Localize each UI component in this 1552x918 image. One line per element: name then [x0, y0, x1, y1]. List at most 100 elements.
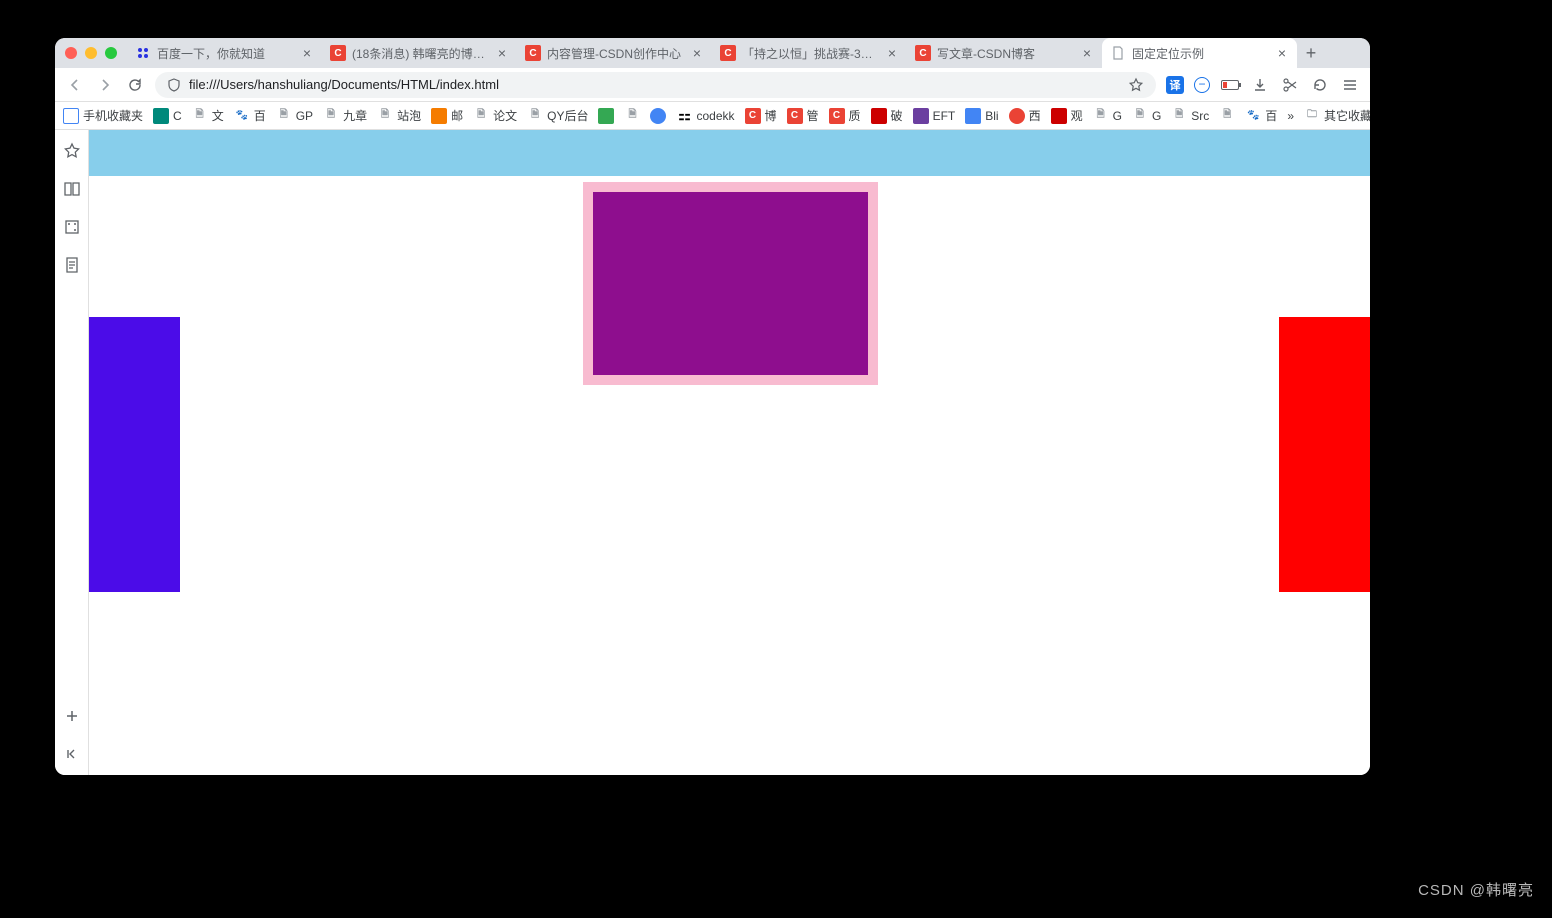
bookmark-csdn-guan[interactable]: C管: [787, 107, 819, 124]
folder-icon: 🗀: [1304, 108, 1320, 124]
bookmark-qy[interactable]: 🗎QY后台: [527, 107, 588, 124]
bookmark-lunwen[interactable]: 🗎论文: [473, 107, 517, 124]
baidu-icon: 🐾: [1245, 108, 1261, 124]
bookmark-gp[interactable]: 🗎GP: [276, 108, 313, 124]
tab-index-html[interactable]: 固定定位示例 ×: [1102, 38, 1297, 68]
close-tab-icon[interactable]: ×: [690, 46, 704, 60]
note-icon[interactable]: [63, 256, 81, 274]
tab-title: 固定定位示例: [1132, 45, 1269, 62]
address-bar[interactable]: file:///Users/hanshuliang/Documents/HTML…: [155, 72, 1156, 98]
teal-icon: [153, 108, 169, 124]
bookmark-page2[interactable]: 🗎: [1219, 108, 1235, 124]
bookmark-eft[interactable]: EFT: [913, 108, 956, 124]
other-bookmarks[interactable]: 🗀其它收藏: [1304, 107, 1370, 124]
sky-bar: [89, 130, 1370, 176]
minimize-window-button[interactable]: [85, 47, 97, 59]
page-icon: 🗎: [192, 108, 208, 124]
menu-icon[interactable]: [1340, 75, 1360, 95]
bookmark-csdn-bo[interactable]: C博: [745, 107, 777, 124]
page-icon: 🗎: [624, 108, 640, 124]
bookmark-codekk[interactable]: ⚏codekk: [676, 108, 734, 124]
bookmark-zhanpao[interactable]: 🗎站泡: [377, 107, 421, 124]
csdn-icon: C: [720, 45, 736, 61]
csdn-icon: C: [330, 45, 346, 61]
forward-button[interactable]: [95, 75, 115, 95]
close-tab-icon[interactable]: ×: [495, 46, 509, 60]
bookmark-baidu2[interactable]: 🐾百: [1245, 107, 1277, 124]
bookmark-star-icon[interactable]: [1128, 77, 1144, 93]
bookmark-csdn-zhi[interactable]: C质: [829, 107, 861, 124]
back-button[interactable]: [65, 75, 85, 95]
bookmark-mail[interactable]: 邮: [431, 107, 463, 124]
bookmark-green[interactable]: [598, 108, 614, 124]
page-icon: 🗎: [377, 108, 393, 124]
collapse-icon[interactable]: [63, 745, 81, 763]
reload-button[interactable]: [125, 75, 145, 95]
bookmark-xi[interactable]: 西: [1009, 107, 1041, 124]
page-icon: 🗎: [473, 108, 489, 124]
content-area: [55, 130, 1370, 775]
bookmark-c[interactable]: C: [153, 108, 182, 124]
translate-icon[interactable]: 译: [1166, 76, 1184, 94]
page-icon: 🗎: [527, 108, 543, 124]
close-tab-icon[interactable]: ×: [1275, 46, 1289, 60]
bookmark-bli[interactable]: Bli: [965, 108, 998, 124]
tab-title: 百度一下，你就知道: [157, 45, 294, 62]
bookmarks-overflow[interactable]: »: [1287, 109, 1294, 123]
tabs-container: 百度一下，你就知道 × C (18条消息) 韩曙亮的博客_C × C 内容管理-…: [127, 38, 1370, 68]
tab-title: 写文章-CSDN博客: [937, 45, 1074, 62]
red-circle-icon: [1009, 108, 1025, 124]
toolbar: file:///Users/hanshuliang/Documents/HTML…: [55, 68, 1370, 102]
tab-title: (18条消息) 韩曙亮的博客_C: [352, 45, 489, 62]
tab-csdn-blog[interactable]: C (18条消息) 韩曙亮的博客_C ×: [322, 38, 517, 68]
page-icon: [1110, 45, 1126, 61]
grid-icon: ⚏: [676, 108, 692, 124]
bookmark-baidu[interactable]: 🐾百: [234, 107, 266, 124]
tab-title: 「持之以恒」挑战赛-30天挽: [742, 45, 879, 62]
dice-icon[interactable]: [63, 218, 81, 236]
purple-box: [593, 192, 868, 375]
green-icon: [598, 108, 614, 124]
close-tab-icon[interactable]: ×: [885, 46, 899, 60]
download-icon[interactable]: [1250, 75, 1270, 95]
red-icon: [871, 108, 887, 124]
bookmark-wen[interactable]: 🗎文: [192, 107, 224, 124]
bookmark-mobile[interactable]: 手机收藏夹: [63, 107, 143, 124]
bookmark-jiuzhang[interactable]: 🗎九章: [323, 107, 367, 124]
bookmark-g2[interactable]: 🗎G: [1132, 108, 1161, 124]
bookmark-guan[interactable]: 观: [1051, 107, 1083, 124]
security-icon: [167, 78, 181, 92]
star-icon[interactable]: [63, 142, 81, 160]
baidu-icon: 🐾: [234, 108, 250, 124]
bookmark-blue[interactable]: [650, 108, 666, 124]
tab-title: 内容管理-CSDN创作中心: [547, 45, 684, 62]
tab-csdn-content[interactable]: C 内容管理-CSDN创作中心 ×: [517, 38, 712, 68]
close-tab-icon[interactable]: ×: [1080, 46, 1094, 60]
tab-csdn-write[interactable]: C 写文章-CSDN博客 ×: [907, 38, 1102, 68]
maximize-window-button[interactable]: [105, 47, 117, 59]
bookmark-g1[interactable]: 🗎G: [1093, 108, 1122, 124]
csdn-icon: C: [787, 108, 803, 124]
tab-baidu[interactable]: 百度一下，你就知道 ×: [127, 38, 322, 68]
new-tab-button[interactable]: +: [1297, 38, 1325, 68]
red-box: [1279, 317, 1370, 592]
bookmark-po[interactable]: 破: [871, 107, 903, 124]
add-icon[interactable]: [63, 707, 81, 725]
scissors-icon[interactable]: [1280, 75, 1300, 95]
tab-csdn-challenge[interactable]: C 「持之以恒」挑战赛-30天挽 ×: [712, 38, 907, 68]
close-tab-icon[interactable]: ×: [300, 46, 314, 60]
history-icon[interactable]: [1310, 75, 1330, 95]
bookmark-src[interactable]: 🗎Src: [1171, 108, 1209, 124]
traffic-lights: [65, 47, 117, 59]
mail-icon: [431, 108, 447, 124]
page-icon: 🗎: [1171, 108, 1187, 124]
close-window-button[interactable]: [65, 47, 77, 59]
csdn-icon: C: [525, 45, 541, 61]
page-icon: 🗎: [1093, 108, 1109, 124]
bookmark-page1[interactable]: 🗎: [624, 108, 640, 124]
reader-icon[interactable]: [63, 180, 81, 198]
bili-icon: [965, 108, 981, 124]
page-icon: 🗎: [276, 108, 292, 124]
zoom-icon[interactable]: −: [1194, 77, 1210, 93]
tab-strip: 百度一下，你就知道 × C (18条消息) 韩曙亮的博客_C × C 内容管理-…: [55, 38, 1370, 68]
